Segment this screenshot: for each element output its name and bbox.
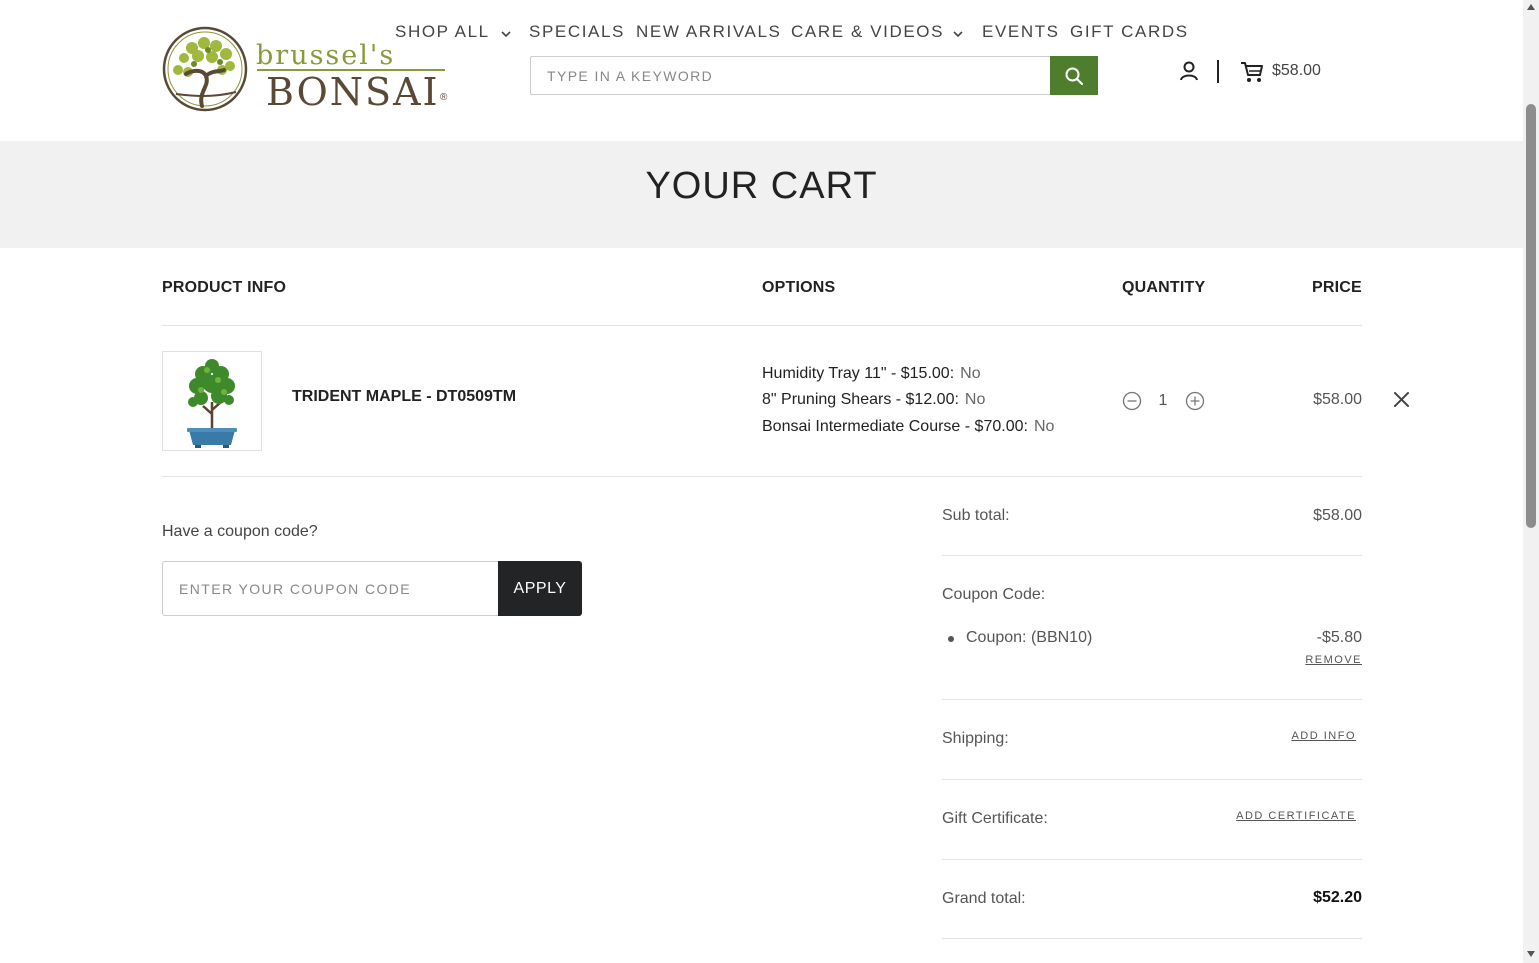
col-header-quantity: QUANTITY (1122, 279, 1206, 296)
table-divider (162, 476, 1362, 477)
grand-total-value: $52.20 (1313, 889, 1362, 906)
line-item-price: $58.00 (1313, 391, 1362, 408)
totals-divider (942, 699, 1362, 700)
logo-wordmark-bottom: BONSAI (266, 70, 440, 114)
col-header-options: OPTIONS (762, 279, 836, 296)
remove-item-close-icon[interactable] (1392, 390, 1411, 409)
totals-divider (942, 779, 1362, 780)
coupon-bullet (948, 636, 954, 642)
gift-certificate-label: Gift Certificate: (942, 810, 1048, 827)
logo-registered-mark: ® (440, 92, 448, 103)
option-value: No (960, 365, 981, 382)
page-banner: YOUR CART (0, 141, 1523, 248)
site-header: brussel's BONSAI ® SHOP ALL SPECIALS NEW… (0, 0, 1523, 141)
nav-specials[interactable]: SPECIALS (529, 22, 625, 42)
option-line: 8" Pruning Shears - $12.00: No (762, 391, 985, 409)
option-label: Humidity Tray 11" - $15.00: (762, 365, 955, 382)
totals-divider (942, 938, 1362, 939)
cart-icon[interactable] (1240, 61, 1264, 83)
coupon-question: Have a coupon code? (162, 523, 318, 540)
nav-care-videos[interactable]: CARE & VIDEOS (791, 22, 944, 42)
nav-events[interactable]: EVENTS (982, 22, 1060, 42)
search-button[interactable] (1050, 56, 1098, 95)
add-certificate-link[interactable]: ADD CERTIFICATE (1236, 810, 1356, 822)
totals-divider (942, 555, 1362, 556)
col-header-product: PRODUCT INFO (162, 279, 287, 296)
chevron-down-icon[interactable] (498, 26, 514, 42)
product-name-link[interactable]: TRIDENT MAPLE - DT0509TM (292, 388, 516, 406)
option-line: Bonsai Intermediate Course - $70.00: No (762, 418, 1054, 436)
scroll-down-arrow-icon[interactable] (1527, 951, 1535, 957)
option-value: No (964, 391, 986, 408)
scrollbar-thumb[interactable] (1526, 104, 1536, 528)
nav-gift-cards[interactable]: GIFT CARDS (1070, 22, 1189, 42)
remove-coupon-link[interactable]: REMOVE (1305, 654, 1362, 666)
table-divider (162, 325, 1362, 326)
account-icon[interactable] (1178, 60, 1200, 82)
search-bar (530, 56, 1098, 95)
quantity-increase-icon[interactable] (1185, 391, 1205, 411)
search-input[interactable] (531, 57, 1050, 94)
nav-shop-all[interactable]: SHOP ALL (395, 22, 490, 42)
option-label: 8" Pruning Shears - $12.00: (762, 391, 959, 408)
coupon-code-input[interactable] (162, 561, 499, 616)
page-title: YOUR CART (645, 165, 878, 207)
option-line: Humidity Tray 11" - $15.00: No (762, 365, 981, 383)
page-scrollbar[interactable] (1523, 0, 1539, 963)
applied-coupon: Coupon: (BBN10) (966, 629, 1093, 646)
quantity-value: 1 (1158, 392, 1168, 409)
coupon-code-label: Coupon Code: (942, 586, 1046, 603)
subtotal-value: $58.00 (1313, 507, 1362, 524)
search-icon (1065, 67, 1084, 86)
apply-coupon-button[interactable]: APPLY (498, 561, 582, 616)
header-cart-total[interactable]: $58.00 (1272, 62, 1321, 80)
bonsai-tree-logo-icon (162, 26, 248, 112)
subtotal-label: Sub total: (942, 507, 1010, 524)
coupon-discount-value: -$5.80 (1316, 629, 1362, 646)
option-label: Bonsai Intermediate Course - $70.00: (762, 418, 1028, 435)
header-divider (1217, 60, 1219, 83)
bonsai-product-image (163, 352, 261, 450)
nav-new-arrivals[interactable]: NEW ARRIVALS (636, 22, 781, 42)
option-value: No (1033, 418, 1055, 435)
col-header-price: PRICE (1312, 279, 1362, 296)
shipping-label: Shipping: (942, 730, 1009, 747)
totals-divider (942, 859, 1362, 860)
logo-wordmark-top: brussel's (256, 40, 396, 71)
grand-total-label: Grand total: (942, 890, 1026, 907)
quantity-decrease-icon[interactable] (1122, 391, 1142, 411)
chevron-down-icon[interactable] (950, 26, 966, 42)
scroll-up-arrow-icon[interactable] (1527, 4, 1535, 10)
product-thumbnail[interactable] (162, 351, 262, 451)
add-shipping-info-link[interactable]: ADD INFO (1291, 730, 1356, 742)
